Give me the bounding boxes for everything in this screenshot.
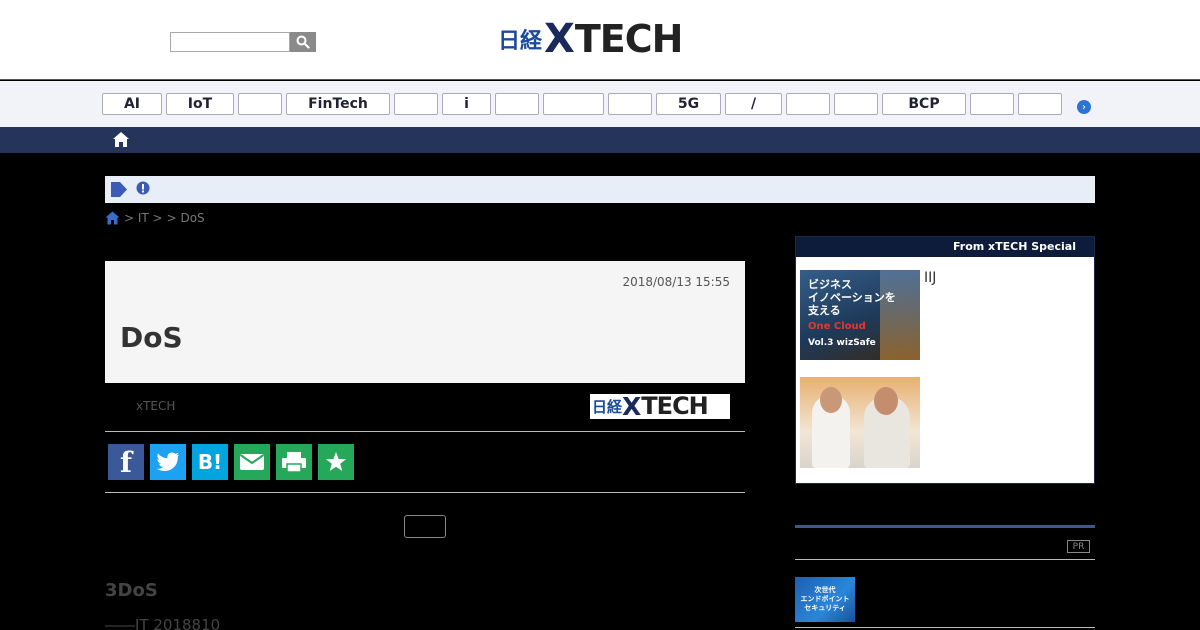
search-button[interactable]	[290, 32, 316, 52]
tag-slash[interactable]: /	[725, 93, 782, 115]
print-icon	[282, 452, 306, 473]
tag-7[interactable]	[495, 93, 539, 115]
tag-15[interactable]	[970, 93, 1014, 115]
comment-button[interactable]	[404, 515, 446, 538]
site-header: 日経 X TECH	[0, 0, 1200, 80]
pr-image-line: 次世代	[814, 586, 836, 594]
image-line: Vol.3 wizSafe	[808, 338, 876, 348]
tag-9[interactable]	[608, 93, 652, 115]
share-facebook-button[interactable]: f	[108, 444, 144, 480]
article-title: DoS	[120, 321, 183, 354]
main-nav	[0, 127, 1200, 153]
pr-image-line: セキュリティ	[804, 604, 846, 612]
tag-iot[interactable]: IoT	[166, 93, 234, 115]
breadcrumb: > IT > > DoS	[105, 211, 205, 225]
mail-icon	[239, 454, 265, 470]
tag-13[interactable]	[834, 93, 878, 115]
source-logo[interactable]: 日経 X TECH	[590, 394, 730, 419]
pr-badge: PR	[1067, 540, 1090, 553]
article-body-text: ――IT 2018810	[105, 616, 221, 630]
tag-ai[interactable]: AI	[102, 93, 162, 115]
hatena-bookmark-icon: B!	[197, 450, 223, 474]
tag-i[interactable]: i	[442, 93, 491, 115]
breadcrumb-home-icon[interactable]	[105, 211, 120, 225]
breadcrumb-item-current: > DoS	[166, 211, 205, 225]
tag-16[interactable]	[1018, 93, 1062, 115]
special-panel: From xTECH Special ビジネス イノベーションを 支える One…	[795, 236, 1095, 484]
special-article-image-1[interactable]: ビジネス イノベーションを 支える One Cloud Vol.3 wizSaf…	[800, 270, 920, 360]
play-icon	[111, 182, 127, 197]
tag-scroll-next-button[interactable]: ›	[1077, 100, 1091, 114]
source-logo-tech: TECH	[641, 392, 708, 420]
topic-tag-bar: AI IoT FinTech i 5G / BCP	[0, 81, 1200, 127]
person-left-head	[820, 387, 842, 413]
pr-image-line: エンドポイント	[800, 595, 850, 603]
sidebar-divider	[795, 627, 1095, 628]
share-hatena-button[interactable]: B!	[192, 444, 228, 480]
article-date: 2018/08/13 15:55	[622, 275, 730, 289]
source-logo-nikkei: 日経	[592, 398, 623, 416]
tag-fintech[interactable]: FinTech	[286, 93, 390, 115]
tag-8[interactable]	[543, 93, 604, 115]
image-line: One Cloud	[808, 321, 866, 332]
twitter-icon	[156, 452, 179, 471]
special-article-caption-1[interactable]: IIJ	[924, 270, 936, 286]
alert-icon	[136, 181, 150, 195]
image-line: イノベーションを	[808, 291, 896, 304]
divider	[105, 492, 745, 493]
search-input[interactable]	[170, 32, 290, 52]
site-logo[interactable]: 日経 X TECH	[498, 16, 684, 62]
logo-tech-text: TECH	[574, 17, 684, 61]
article-author: xTECH	[136, 399, 176, 413]
source-logo-x: X	[622, 392, 642, 421]
pr-ad-image[interactable]: 次世代 エンドポイント セキュリティ	[795, 577, 855, 622]
special-image-1-text: ビジネス イノベーションを 支える One Cloud Vol.3 wizSaf…	[808, 278, 896, 350]
share-twitter-button[interactable]	[150, 444, 186, 480]
share-mail-button[interactable]	[234, 444, 270, 480]
divider	[105, 431, 745, 432]
article-header: 2018/08/13 15:55 DoS	[105, 261, 745, 383]
notice-bar	[105, 176, 1095, 203]
article-section-heading: 3DoS	[105, 580, 158, 601]
image-line: 支える	[808, 304, 841, 317]
breadcrumb-item-it[interactable]: > IT >	[124, 211, 163, 225]
home-icon[interactable]	[112, 131, 130, 148]
share-print-button[interactable]	[276, 444, 312, 480]
image-line: ビジネス	[808, 278, 852, 291]
tag-bcp[interactable]: BCP	[882, 93, 966, 115]
sidebar-divider	[795, 525, 1095, 528]
tag-3[interactable]	[238, 93, 282, 115]
logo-x-mark: X	[544, 16, 575, 62]
star-icon	[326, 452, 346, 471]
facebook-icon: f	[119, 445, 133, 479]
chevron-right-icon: ›	[1082, 101, 1086, 113]
logo-nikkei-text: 日経	[498, 29, 543, 54]
tag-5g[interactable]: 5G	[656, 93, 721, 115]
special-panel-heading: From xTECH Special	[796, 237, 1094, 257]
special-article-image-2[interactable]	[800, 377, 920, 468]
clip-button[interactable]	[318, 444, 354, 480]
person-right-head	[874, 387, 898, 415]
tag-5[interactable]	[394, 93, 438, 115]
search-icon	[296, 35, 310, 49]
tag-12[interactable]	[786, 93, 830, 115]
sidebar-divider	[795, 559, 1095, 560]
